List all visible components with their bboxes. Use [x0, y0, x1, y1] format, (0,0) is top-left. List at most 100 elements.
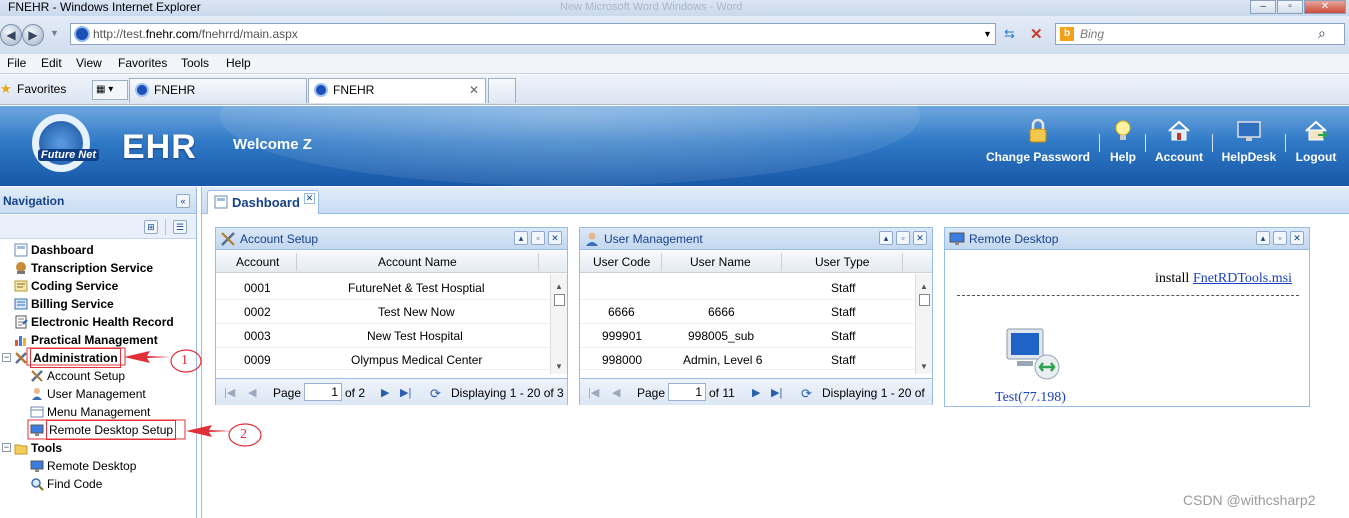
close-tab-icon[interactable]: ✕ — [469, 79, 479, 101]
new-tab-button[interactable] — [488, 78, 516, 103]
tab-dashboard[interactable]: Dashboard ✕ — [207, 190, 319, 214]
page-count: of 11 — [709, 386, 735, 400]
header-separator — [1212, 134, 1213, 152]
help-button[interactable]: Help — [1105, 118, 1141, 164]
menu-file[interactable]: File — [7, 56, 26, 70]
history-dropdown-icon[interactable]: ▼ — [50, 28, 59, 38]
maximize-icon[interactable]: ▫ — [531, 231, 545, 245]
column-header-account-name[interactable]: Account Name — [378, 255, 457, 269]
cell-account-name: New Test Hospital — [367, 329, 463, 343]
close-icon[interactable]: ✕ — [913, 231, 927, 245]
install-text: install — [1155, 271, 1190, 286]
close-tab-icon[interactable]: ✕ — [304, 193, 315, 204]
cell-account: 0002 — [244, 305, 271, 319]
scroll-up-icon[interactable]: ▲ — [555, 282, 563, 291]
search-icon[interactable]: ⌕ — [1318, 25, 1326, 42]
menu-help[interactable]: Help — [226, 56, 251, 70]
table-row[interactable]: 0002 Test New Now — [216, 300, 550, 324]
collapse-icon[interactable]: ▴ — [514, 231, 528, 245]
menu-edit[interactable]: Edit — [41, 56, 62, 70]
collapse-icon[interactable]: ▴ — [1256, 231, 1270, 245]
last-page-icon[interactable]: ▶| — [400, 386, 411, 399]
tree-item-label: Electronic Health Record — [31, 315, 174, 329]
last-page-icon[interactable]: ▶| — [771, 386, 782, 399]
collapse-icon[interactable]: ▴ — [879, 231, 893, 245]
welcome-text: Welcome Z — [233, 136, 312, 153]
grid-header: Account Account Name — [216, 251, 567, 273]
remote-computer-label[interactable]: Test(77.198) — [995, 390, 1066, 406]
install-link[interactable]: FnetRDTools.msi — [1193, 271, 1292, 287]
column-header-user-code[interactable]: User Code — [593, 255, 650, 269]
logout-button[interactable]: Logout — [1292, 118, 1340, 164]
table-row[interactable]: 998000 Admin, Level 6 Staff — [580, 348, 915, 370]
close-icon[interactable]: ✕ — [1290, 231, 1304, 245]
collapse-tools-icon[interactable]: − — [2, 443, 11, 452]
vertical-scrollbar[interactable]: ▲ ▼ — [915, 274, 932, 374]
back-button[interactable]: ◀ — [0, 24, 22, 46]
column-header-user-type[interactable]: User Type — [815, 255, 869, 269]
first-page-icon[interactable]: |◀ — [588, 386, 599, 399]
menu-favorites[interactable]: Favorites — [118, 56, 167, 70]
close-icon[interactable]: ✕ — [548, 231, 562, 245]
collapse-administration-icon[interactable]: − — [2, 353, 11, 362]
refresh-icon[interactable]: ⟳ — [801, 386, 812, 402]
url-dropdown-icon[interactable]: ▼ — [983, 29, 992, 39]
table-row[interactable]: 0003 New Test Hospital — [216, 324, 550, 348]
dashboard-icon — [14, 243, 28, 257]
scroll-down-icon[interactable]: ▼ — [920, 362, 928, 371]
pagination-bar: |◀ ◀ Page 1 of 11 ▶ ▶| ⟳ Displaying 1 - … — [580, 378, 932, 405]
menu-tools[interactable]: Tools — [181, 56, 209, 70]
tree-item-label: Transcription Service — [31, 261, 154, 275]
browser-tab-2[interactable]: FNEHR ✕ — [308, 78, 486, 103]
table-row[interactable]: 0009 Olympus Medical Center — [216, 348, 550, 370]
navigation-header: Navigation « — [0, 187, 196, 214]
maximize-button[interactable]: ▫ — [1277, 0, 1303, 14]
next-page-icon[interactable]: ▶ — [381, 386, 389, 399]
menu-view[interactable]: View — [76, 56, 102, 70]
favorites-bar: ★ Favorites ▦ ▾ FNEHR FNEHR ✕ — [0, 75, 1349, 105]
maximize-icon[interactable]: ▫ — [1273, 231, 1287, 245]
page-number-input[interactable]: 1 — [668, 383, 706, 401]
collapse-panel-icon[interactable]: « — [176, 194, 190, 208]
change-password-button[interactable]: Change Password — [985, 118, 1091, 164]
tree-item-label: Dashboard — [31, 243, 94, 257]
first-page-icon[interactable]: |◀ — [224, 386, 235, 399]
stop-icon[interactable]: ✕ — [1030, 25, 1043, 43]
minimize-button[interactable]: – — [1250, 0, 1276, 14]
table-row[interactable]: 999901 998005_sub Staff — [580, 324, 915, 348]
refresh-icon[interactable]: ⇆ — [1004, 26, 1015, 42]
table-row[interactable]: Staff — [580, 276, 915, 300]
url-field[interactable]: http://test.fnehr.com/fnehrrd/main.aspx … — [70, 23, 996, 45]
table-row[interactable]: 0001 FutureNet & Test Hosptial — [216, 276, 550, 300]
refresh-icon[interactable]: ⟳ — [430, 386, 441, 402]
collapse-all-icon[interactable]: ☰ — [173, 220, 187, 234]
prev-page-icon[interactable]: ◀ — [248, 386, 256, 399]
remote-desktop-icon — [949, 232, 965, 245]
header-separator — [1285, 134, 1286, 152]
scroll-up-icon[interactable]: ▲ — [920, 282, 928, 291]
expand-all-icon[interactable]: ⊞ — [144, 220, 158, 234]
account-button[interactable]: Account — [1150, 118, 1208, 164]
remote-computer-icon[interactable] — [1003, 325, 1063, 383]
page-label: Page — [273, 386, 302, 400]
forward-button[interactable]: ▶ — [22, 24, 44, 46]
vertical-scrollbar[interactable]: ▲ ▼ — [550, 274, 567, 374]
table-row[interactable]: 6666 6666 Staff — [580, 300, 915, 324]
column-header-account[interactable]: Account — [236, 255, 279, 269]
scroll-thumb[interactable] — [554, 294, 565, 306]
browser-tab-1[interactable]: FNEHR — [129, 78, 307, 103]
quick-tabs-icon[interactable]: ▦ ▾ — [92, 80, 128, 100]
column-header-user-name[interactable]: User Name — [690, 255, 751, 269]
page-number-input[interactable]: 1 — [304, 383, 342, 401]
cell-account: 0003 — [244, 329, 271, 343]
close-window-button[interactable]: ✕ — [1304, 0, 1346, 14]
favorites-star-icon[interactable]: ★ — [0, 81, 12, 97]
scroll-thumb[interactable] — [919, 294, 930, 306]
next-page-icon[interactable]: ▶ — [752, 386, 760, 399]
helpdesk-button[interactable]: HelpDesk — [1218, 118, 1280, 164]
prev-page-icon[interactable]: ◀ — [612, 386, 620, 399]
favorites-button[interactable]: Favorites — [17, 82, 66, 96]
maximize-icon[interactable]: ▫ — [896, 231, 910, 245]
search-field[interactable]: b Bing ⌕ — [1055, 23, 1345, 45]
scroll-down-icon[interactable]: ▼ — [555, 362, 563, 371]
